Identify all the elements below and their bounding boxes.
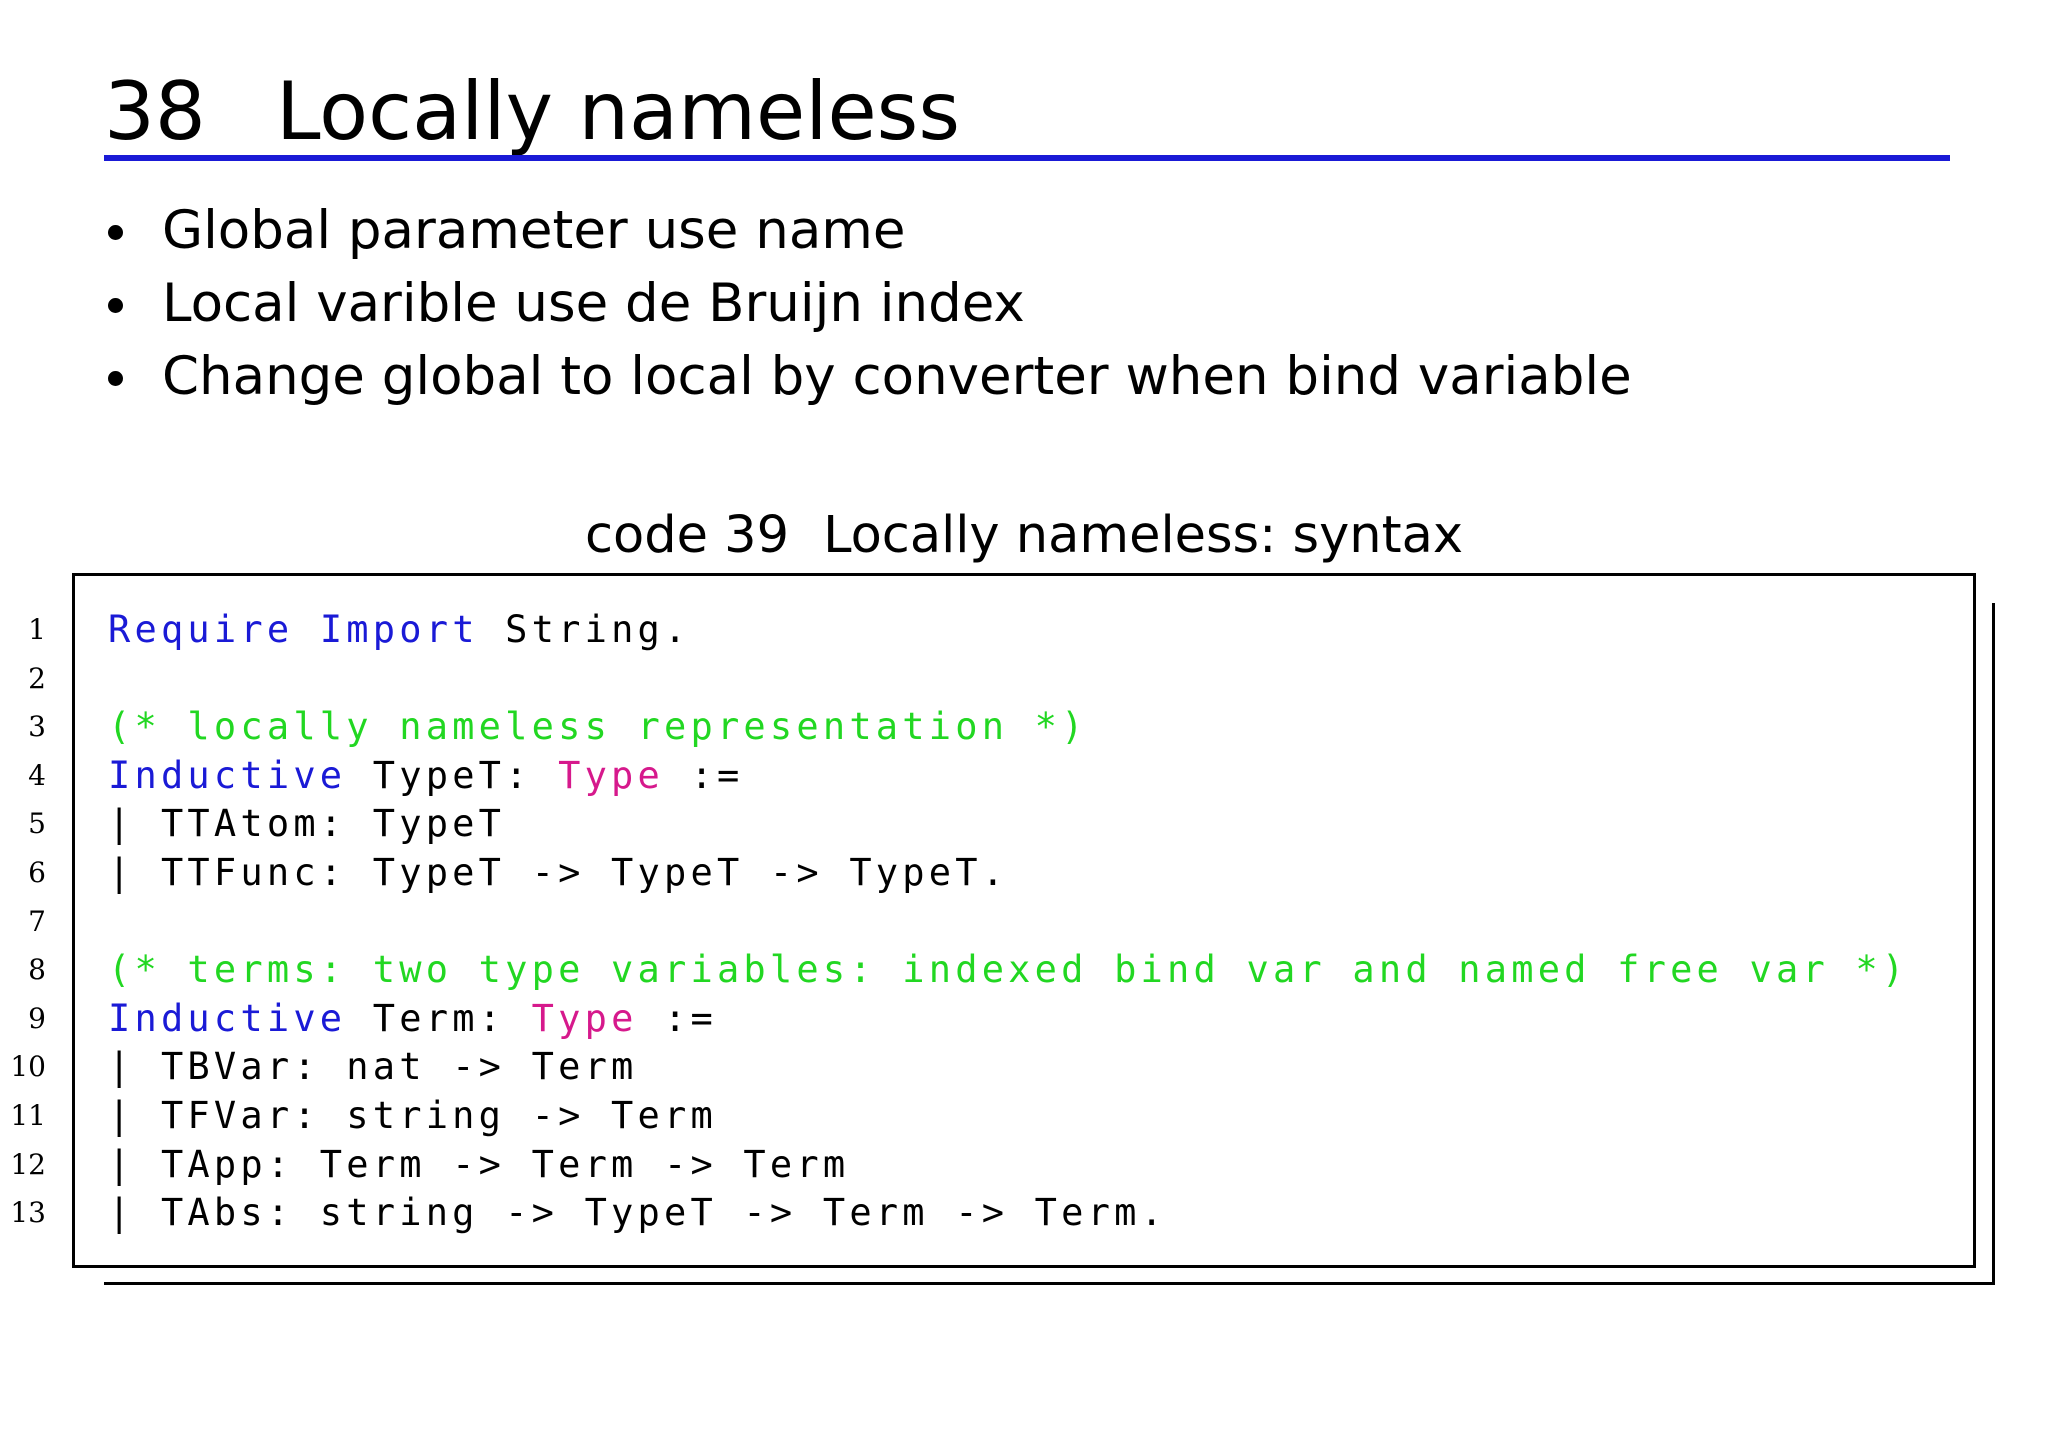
title-rule [104,155,1950,161]
code-line: (* locally nameless representation *) [108,703,1908,752]
line-number: 12 [10,1147,46,1181]
code-comment: (* terms: two type variables: indexed bi… [108,948,1909,992]
bullet-item: Global parameter use name [104,194,1632,267]
line-number: 13 [10,1196,46,1230]
bullet-text: Local varible use de Bruijn index [162,273,1025,334]
code-line: Inductive TypeT: Type := [108,752,1908,801]
line-number: 10 [10,1050,46,1084]
bullet-dot-icon [108,225,123,240]
code-caption: code 39 Locally nameless: syntax [0,503,2048,569]
code-type-keyword: Type [558,753,665,797]
line-number: 4 [28,758,46,792]
line-number-gutter: 1 2 3 4 5 6 7 8 9 10 11 12 13 [0,606,46,1238]
code-text: | TAbs: string -> TypeT -> Term -> Term. [108,1191,1168,1235]
line-number: 3 [28,710,46,744]
code-text: := [664,753,744,797]
caption-label: code 39 [584,506,790,565]
code-line: | TAbs: string -> TypeT -> Term -> Term. [108,1189,1908,1238]
caption-text: Locally nameless: syntax [823,506,1464,565]
line-number: 5 [28,807,46,841]
line-number: 7 [28,904,46,938]
section-number: 38 [104,65,206,158]
code-text: := [637,996,717,1040]
line-number: 11 [10,1098,46,1132]
section-title-text: Locally nameless [276,65,961,158]
code-box-shadow-right [1992,603,1995,1285]
code-text: | TTFunc: TypeT -> TypeT -> TypeT. [108,850,1009,894]
code-text: | TBVar: nat -> Term [108,1045,638,1089]
line-number: 6 [28,855,46,889]
code-line: | TTAtom: TypeT [108,800,1908,849]
bullet-item: Local varible use de Bruijn index [104,267,1632,340]
code-text: TypeT: [346,753,559,797]
code-line: Inductive Term: Type := [108,995,1908,1044]
bullet-dot-icon [108,298,123,313]
code-line: Require Import String. [108,606,1908,655]
code-line: (* terms: two type variables: indexed bi… [108,946,1908,995]
bullet-item: Change global to local by converter when… [104,340,1632,413]
line-number: 9 [28,1001,46,1035]
code-keyword: Import [319,608,479,651]
code-text: String. [478,608,691,651]
bullet-dot-icon [108,371,123,386]
bullet-text: Global parameter use name [162,200,906,261]
code-keyword: Inductive [108,753,347,797]
line-number: 8 [28,953,46,987]
code-text: | TApp: Term -> Term -> Term [108,1142,850,1186]
code-line: | TFVar: string -> Term [108,1092,1908,1141]
code-line: | TTFunc: TypeT -> TypeT -> TypeT. [108,849,1908,898]
code-line: | TBVar: nat -> Term [108,1043,1908,1092]
code-keyword: Require [108,608,294,651]
code-type-keyword: Type [531,996,638,1040]
code-box-shadow-bottom [104,1282,1995,1285]
code-line: | TApp: Term -> Term -> Term [108,1141,1908,1190]
code-text: | TTAtom: TypeT [108,802,506,846]
code-text: | TFVar: string -> Term [108,1093,717,1137]
code-listing: Require Import String. (* locally nameles… [108,606,1908,1238]
line-number: 2 [28,661,46,695]
bullet-text: Change global to local by converter when… [162,346,1632,407]
bullet-list: Global parameter use name Local varible … [104,194,1632,413]
code-keyword: Inductive [108,996,347,1040]
code-comment: (* locally nameless representation *) [108,705,1088,749]
code-text: Term: [346,996,532,1040]
section-title: 38 Locally nameless [104,58,960,166]
line-number: 1 [28,613,46,646]
